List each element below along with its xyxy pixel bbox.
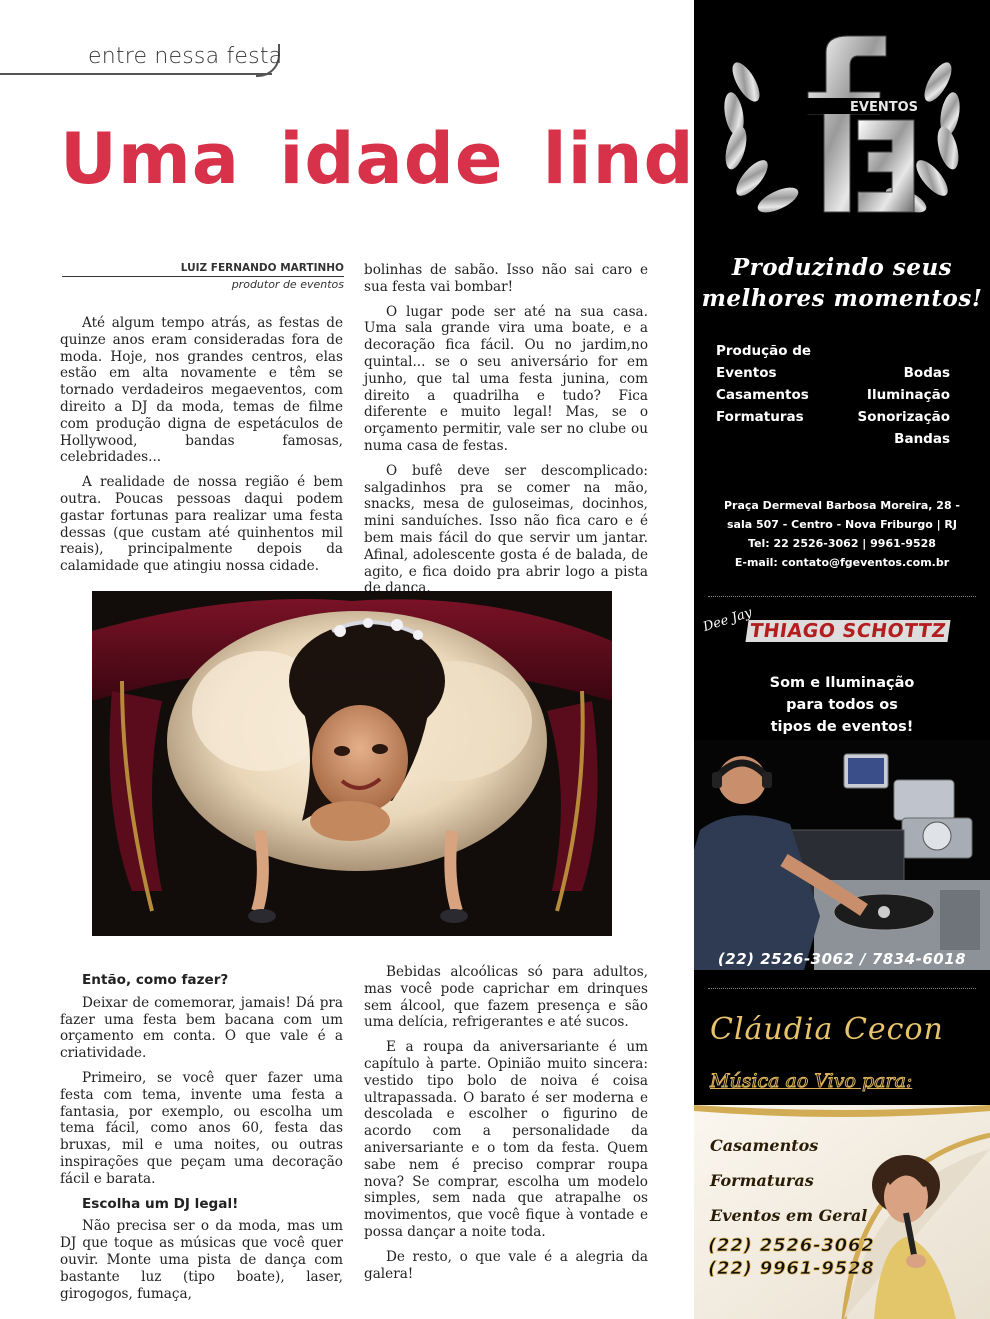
fg-services-left: Produção de Eventos Casamentos Formatura… [716,340,811,428]
paragraph: Deixar de comemorar, jamais! Dá pra faze… [60,994,343,1062]
article-column-1: Até algum tempo atrás, as festas de quin… [60,315,343,583]
claudia-service-item: Eventos em Geral [710,1206,868,1225]
service-item: Sonorização [857,409,950,425]
paragraph: O lugar pode ser até na sua casa. Uma sa… [364,303,648,454]
service-item: Casamentos [716,387,809,403]
author-role: produtor de eventos [231,278,344,291]
article-column-3: Então, como fazer? Deixar de comemorar, … [60,972,343,1310]
debutante-photo-illustration [92,591,612,936]
fg-address-line1: Praça Dermeval Barbosa Moreira, 28 - [724,499,960,512]
ad-divider [708,596,976,597]
fg-contact-block: Praça Dermeval Barbosa Moreira, 28 - sal… [694,496,990,572]
fg-tagline-line1: Produzindo seus [731,254,953,281]
ads-sidebar: EVENTOS Produzindo seus melhores momento… [694,0,990,1319]
article-headline: Uma idade linda [60,118,743,200]
claudia-phone: (22) 9961-9528 [708,1258,875,1280]
fg-phone: Tel: 22 2526-3062 | 9961-9528 [748,537,936,550]
fg-eventos-logo: EVENTOS [724,35,960,213]
paragraph: Bebidas alcoólicas só para adultos, mas … [364,964,648,1031]
dj-name: THIAGO SCHOTTZ [745,620,951,642]
claudia-name: Cláudia Cecon [710,1012,944,1047]
service-item: Produção de [716,343,812,359]
fg-tagline-line2: melhores momentos! [701,285,983,312]
dj-phones: (22) 2526-3062 / 7834-6018 [717,950,967,968]
paragraph: bolinhas de sabão. Isso não sai caro e s… [364,262,648,295]
paragraph: Primeiro, se você quer fazer uma festa c… [60,1069,343,1187]
claudia-services: Casamentos Formaturas Eventos em Geral [710,1128,867,1233]
dj-line2: para todos os [786,697,898,713]
paragraph: E a roupa da aniversariante é um capítul… [364,1039,648,1240]
author-name: LUIZ FERNANDO MARTINHO [180,262,344,274]
service-item: Bodas [903,365,950,381]
fg-email: E-mail: contato@fgeventos.com.br [734,556,950,569]
dj-prefix: Dee Jay [701,605,754,635]
article-column-4: Bebidas alcoólicas só para adultos, mas … [364,964,648,1290]
claudia-phones: (22) 2526-3062 (22) 9961-9528 [708,1234,875,1280]
fg-tagline: Produzindo seus melhores momentos! [694,252,990,314]
claudia-phone: (22) 2526-3062 [708,1235,875,1257]
byline-rule [62,276,344,277]
paragraph: O bufê deve ser descomplicado: salgadinh… [364,462,648,597]
subheading-como-fazer: Então, como fazer? [82,972,229,988]
claudia-service-item: Casamentos [710,1136,819,1155]
paragraph: A realidade de nossa região é bem outra.… [60,474,343,575]
service-item: Formaturas [716,409,804,425]
paragraph: Não precisa ser o da moda, mas um DJ que… [60,1218,343,1302]
fg-services-right: Bodas Iluminação Sonorização Bandas [857,362,950,450]
fg-address-line2: sala 507 - Centro - Nova Friburgo | RJ [726,518,957,531]
section-title: entre nessa festa [88,44,283,69]
dj-line1: Som e Iluminação [769,675,915,691]
service-item: Bandas [894,431,950,447]
subheading-dj: Escolha um DJ legal! [82,1195,239,1212]
service-item: Eventos [716,365,777,381]
ad-divider [708,988,976,989]
paragraph: De resto, o que vale é a alegria da gale… [364,1248,648,1282]
article-column-2: bolinhas de sabão. Isso não sai caro e s… [364,262,648,605]
dj-photo-illustration [694,740,990,970]
article-photo [92,591,612,936]
dj-description: Som e Iluminação para todos os tipos de … [694,672,990,738]
paragraph: Até algum tempo atrás, as festas de quin… [60,315,343,466]
dj-line3: tipos de eventos! [770,719,914,735]
service-item: Iluminação [866,387,950,403]
claudia-service-item: Formaturas [710,1171,814,1190]
section-rule [0,73,272,75]
logo-eventos-text: EVENTOS [850,100,918,115]
claudia-subtitle: Música ao Vivo para: [709,1070,913,1093]
